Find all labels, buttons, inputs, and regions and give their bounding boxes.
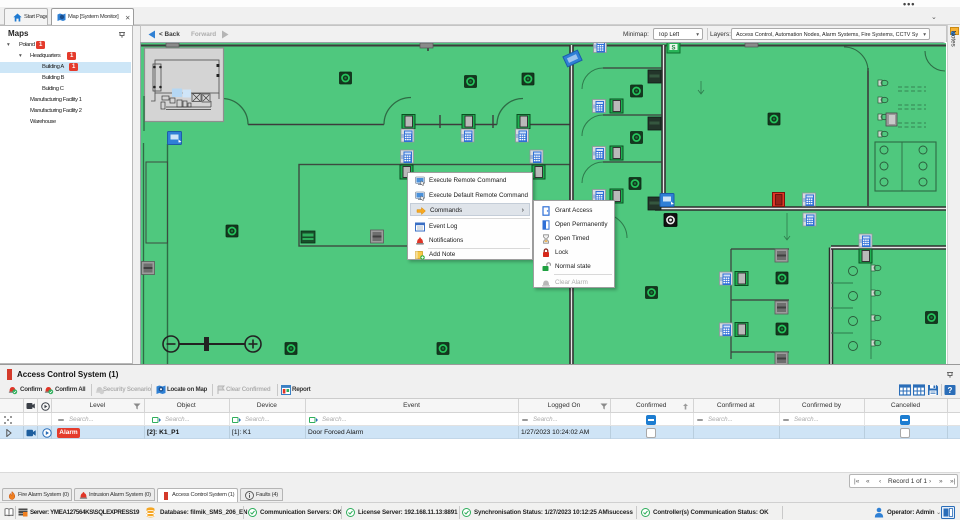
svg-text:?: ?: [948, 386, 953, 395]
svg-text:S: S: [671, 45, 675, 51]
